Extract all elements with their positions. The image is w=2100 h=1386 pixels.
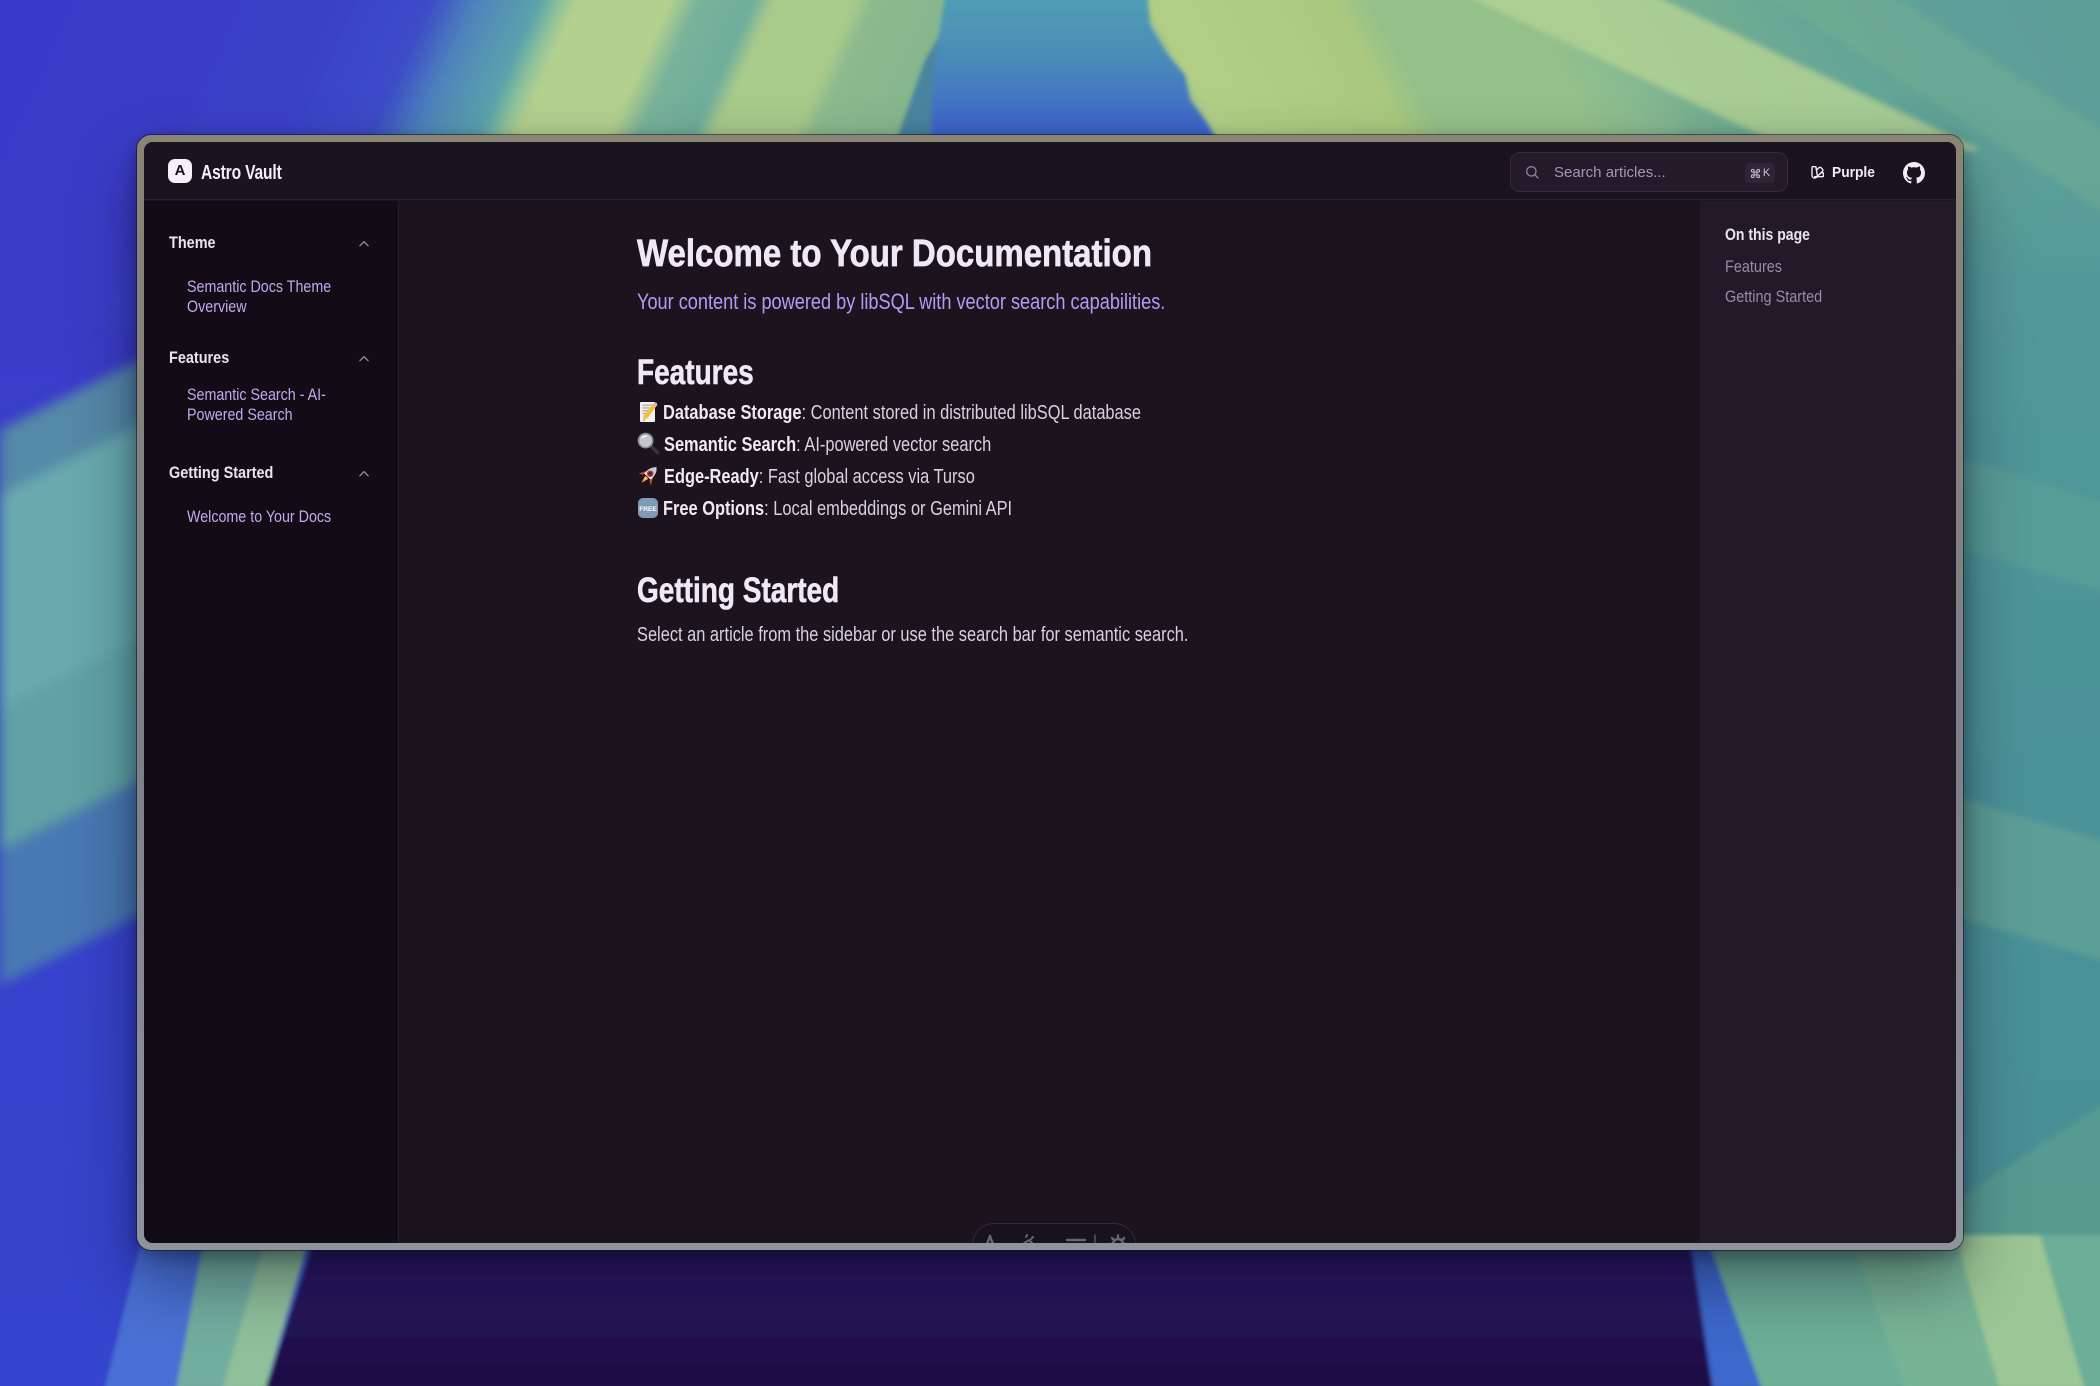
svg-text:FREE: FREE xyxy=(639,506,657,513)
